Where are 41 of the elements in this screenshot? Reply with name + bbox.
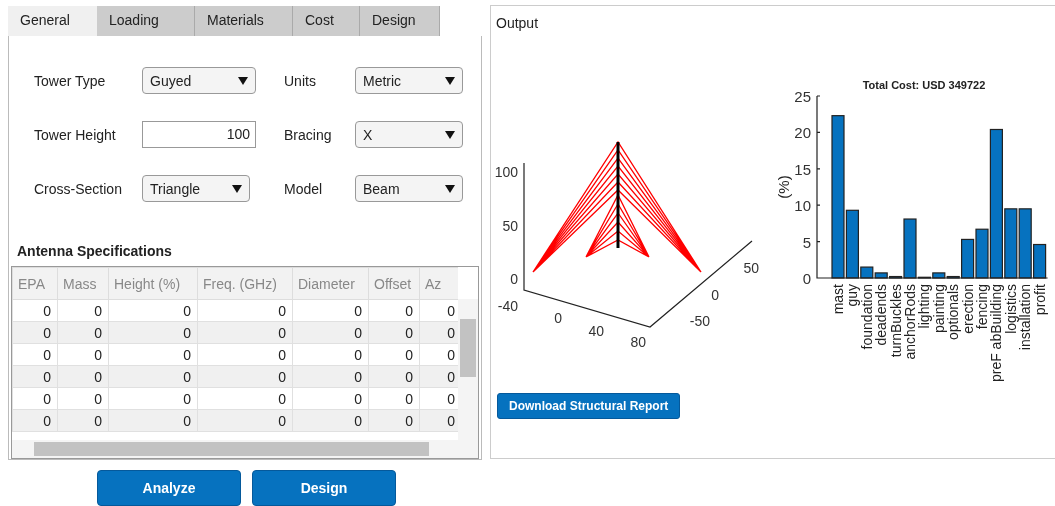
field-label: Tower Type bbox=[34, 72, 107, 89]
tick-label: 50 bbox=[502, 218, 518, 234]
tick-label: 80 bbox=[630, 334, 646, 350]
tick-label: 0 bbox=[554, 310, 562, 326]
tick-label: 0 bbox=[802, 270, 811, 287]
field-label: Model bbox=[283, 180, 324, 197]
category-label: guy bbox=[844, 284, 861, 307]
axis-label: (%) bbox=[775, 175, 792, 199]
category-label: fencing bbox=[974, 284, 990, 330]
tick-label: -50 bbox=[689, 313, 710, 329]
chart-title: Total Cost: USD 349722 bbox=[862, 79, 986, 91]
category-label: mast bbox=[830, 284, 846, 315]
column-header: EPA bbox=[12, 267, 58, 300]
tick-label: 0 bbox=[510, 271, 518, 287]
column-header: Diameter bbox=[292, 267, 369, 300]
column-header: Az bbox=[419, 267, 458, 300]
tick-label: 25 bbox=[794, 88, 811, 105]
field-label: Cross-Section bbox=[34, 180, 123, 197]
tick-label: 0 bbox=[711, 287, 719, 303]
field-label: Units bbox=[283, 72, 317, 89]
field-label: Bracing bbox=[283, 126, 333, 143]
column-header: Freq. (GHz) bbox=[197, 267, 293, 300]
category-label: profit bbox=[1031, 284, 1048, 316]
panel-title: Output bbox=[495, 14, 540, 33]
category-label: deadends bbox=[873, 284, 890, 346]
column-header: Offset bbox=[368, 267, 420, 300]
tick-label: 50 bbox=[743, 260, 759, 276]
tick-label: 20 bbox=[794, 124, 811, 142]
tick-label: -40 bbox=[497, 298, 518, 314]
column-header: Mass bbox=[57, 267, 109, 300]
tick-label: 10 bbox=[794, 197, 811, 215]
category-label: turnBuckles bbox=[887, 284, 904, 358]
tick-label: 15 bbox=[794, 160, 811, 178]
category-label: lighting bbox=[916, 284, 933, 329]
tick-label: 5 bbox=[802, 233, 811, 251]
tick-label: 100 bbox=[494, 164, 518, 180]
section-heading: Antenna Specifications bbox=[17, 243, 173, 259]
field-label: Tower Height bbox=[34, 126, 117, 143]
category-label: anchorRods bbox=[902, 284, 918, 360]
column-header: Height (%) bbox=[108, 267, 198, 300]
tick-label: 40 bbox=[588, 323, 604, 339]
